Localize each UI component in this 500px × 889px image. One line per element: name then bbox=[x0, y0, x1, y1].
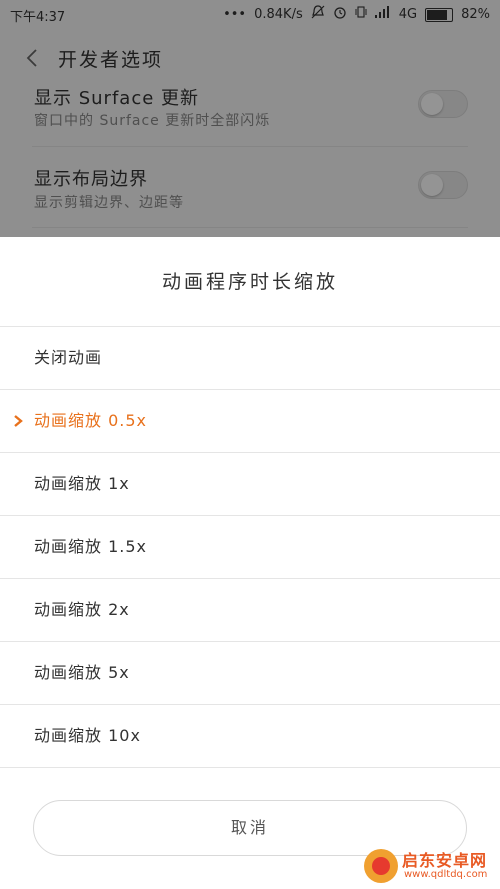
watermark: 启东安卓网 www.qdltdq.com bbox=[364, 847, 494, 885]
option-scale-10x[interactable]: 动画缩放 10x bbox=[0, 705, 500, 768]
option-label: 动画缩放 10x bbox=[34, 726, 141, 745]
option-label: 动画缩放 1x bbox=[34, 474, 130, 493]
option-label: 动画缩放 0.5x bbox=[34, 411, 148, 430]
option-scale-1x[interactable]: 动画缩放 1x bbox=[0, 453, 500, 516]
option-label: 动画缩放 2x bbox=[34, 600, 130, 619]
option-scale-2x[interactable]: 动画缩放 2x bbox=[0, 579, 500, 642]
selected-chevron-icon bbox=[14, 415, 23, 427]
option-scale-5x[interactable]: 动画缩放 5x bbox=[0, 642, 500, 705]
dialog-title: 动画程序时长缩放 bbox=[0, 237, 500, 327]
watermark-logo-icon bbox=[364, 849, 398, 883]
watermark-url: www.qdltdq.com bbox=[404, 869, 488, 880]
option-label: 动画缩放 5x bbox=[34, 663, 130, 682]
option-label: 关闭动画 bbox=[34, 348, 103, 367]
option-list: 关闭动画 动画缩放 0.5x 动画缩放 1x 动画缩放 1.5x 动画缩放 2x… bbox=[0, 327, 500, 768]
watermark-name: 启东安卓网 bbox=[402, 851, 488, 870]
option-scale-0-5x[interactable]: 动画缩放 0.5x bbox=[0, 390, 500, 453]
animation-scale-dialog: 动画程序时长缩放 关闭动画 动画缩放 0.5x 动画缩放 1x 动画缩放 1.5… bbox=[0, 237, 500, 889]
option-scale-1-5x[interactable]: 动画缩放 1.5x bbox=[0, 516, 500, 579]
option-animation-off[interactable]: 关闭动画 bbox=[0, 327, 500, 390]
option-label: 动画缩放 1.5x bbox=[34, 537, 148, 556]
